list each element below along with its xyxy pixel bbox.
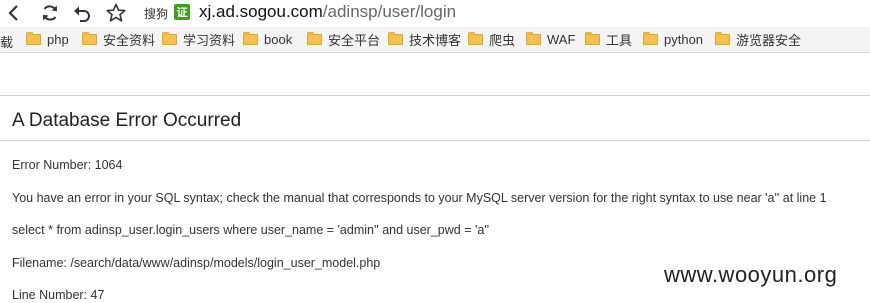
error-filename: Filename: /search/data/www/adinsp/models… — [12, 256, 381, 270]
title-divider — [0, 140, 870, 141]
bookmark-label: php — [47, 32, 69, 47]
bookmark-label: 学习资料 — [183, 33, 236, 48]
bookmark-label: 爬虫 — [489, 33, 516, 48]
star-icon — [106, 3, 126, 22]
folder-icon — [82, 32, 97, 45]
bookmark-folder-study-docs[interactable]: 学习资料 — [162, 31, 235, 48]
address-bar[interactable]: xj.ad.sogou.com/adinsp/user/login — [199, 1, 456, 23]
bookmark-folder-python[interactable]: python — [643, 31, 703, 48]
undo-button[interactable] — [70, 1, 94, 25]
refresh-icon — [43, 5, 57, 21]
folder-icon — [388, 32, 403, 45]
folder-icon — [643, 32, 658, 45]
error-number: Error Number: 1064 — [12, 158, 123, 172]
bookmark-folder-security-platform[interactable]: 安全平台 — [307, 31, 380, 48]
error-message: You have an error in your SQL syntax; ch… — [12, 191, 827, 205]
folder-icon — [468, 32, 483, 45]
bookmark-label: python — [664, 32, 704, 47]
bookmark-label: book — [264, 32, 293, 47]
bookmark-folder-book[interactable]: book — [243, 31, 292, 48]
bookmark-label: 技术博客 — [409, 33, 462, 48]
bookmark-label: 安全资料 — [103, 33, 156, 48]
bookmark-folder-php[interactable]: php — [26, 31, 69, 48]
folder-icon — [526, 32, 541, 45]
url-host: xj.ad.sogou.com — [199, 2, 323, 21]
folder-icon — [162, 32, 177, 45]
bookmark-folder-tools[interactable]: 工具 — [585, 31, 632, 48]
certificate-badge-icon[interactable]: 证 — [174, 4, 190, 20]
bookmark-folder-waf[interactable]: WAF — [526, 31, 575, 48]
folder-icon — [715, 32, 730, 45]
search-engine-label[interactable]: 搜狗 — [144, 5, 168, 22]
url-path: /adinsp/user/login — [322, 2, 457, 21]
bookmark-folder-browser-security[interactable]: 游览器安全 — [715, 31, 801, 48]
watermark: www.wooyun.org — [664, 262, 838, 287]
favorite-button[interactable] — [104, 1, 128, 25]
folder-icon — [585, 32, 600, 45]
bookmark-label: 游览器安全 — [736, 33, 802, 48]
bookmark-folder-security-docs[interactable]: 安全资料 — [82, 31, 155, 48]
browser-toolbar: 搜狗 证 xj.ad.sogou.com/adinsp/user/login — [0, 0, 870, 26]
bookmarks-bar: 载 php 安全资料 学习资料 book 安全平台 技术博客 爬虫 WAF 工具… — [0, 27, 870, 53]
folder-icon — [26, 32, 41, 45]
refresh-button[interactable] — [38, 1, 62, 25]
error-title: A Database Error Occurred — [12, 110, 242, 131]
folder-icon — [307, 32, 322, 45]
error-query: select * from adinsp_user.login_users wh… — [12, 223, 490, 237]
page-top-area — [0, 53, 870, 95]
bookmark-folder-tech-blog[interactable]: 技术博客 — [388, 31, 461, 48]
bookmark-label: 安全平台 — [328, 33, 381, 48]
back-arrow-icon — [8, 5, 18, 21]
folder-icon — [243, 32, 258, 45]
bookmark-label: WAF — [547, 32, 576, 47]
bookmark-label: 工具 — [606, 33, 633, 48]
undo-icon — [74, 6, 90, 22]
back-button[interactable] — [2, 1, 26, 25]
error-line-number: Line Number: 47 — [12, 288, 105, 302]
bookmark-truncated-label[interactable]: 载 — [0, 32, 13, 51]
bookmark-folder-crawler[interactable]: 爬虫 — [468, 31, 515, 48]
